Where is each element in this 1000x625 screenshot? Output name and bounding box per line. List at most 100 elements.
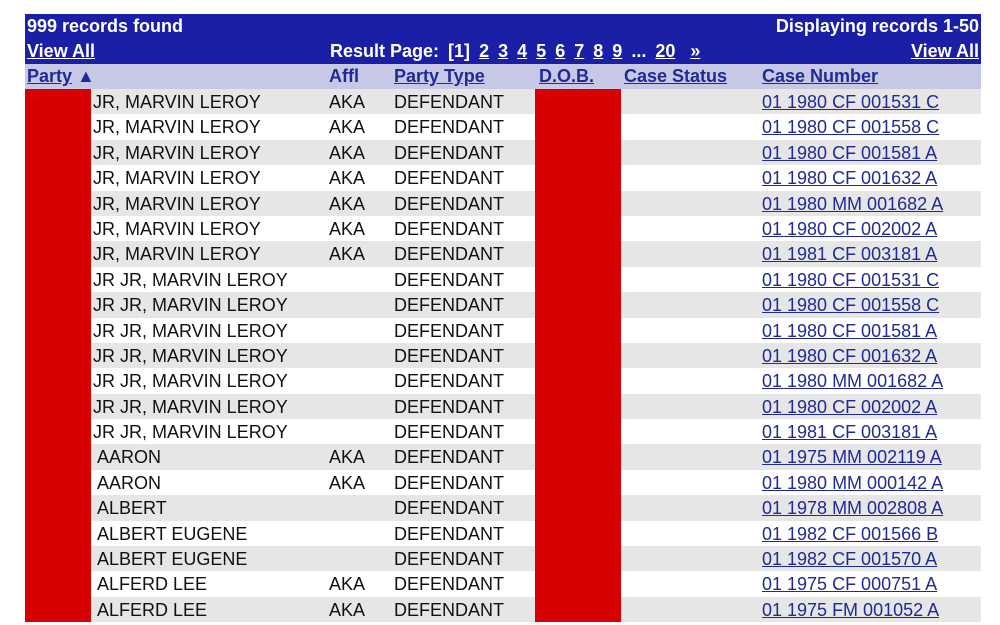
party-cell: JR JR, MARVIN LEROY [93,345,288,366]
page-ellipsis: ... [631,41,647,61]
party-cell: ALFERD LEE [97,574,208,595]
table-row: JR, MARVIN LEROY AKA DEFENDANT 01 1980 MM 0… [25,190,981,216]
column-header-dob[interactable]: D.O.B. [539,66,594,87]
affl-cell: AKA [329,574,366,595]
case-number-link[interactable]: 01 1975 CF 000751 A [762,574,937,595]
case-number-link[interactable]: 01 1981 CF 003181 A [762,422,937,443]
party-type-cell: DEFENDANT [394,599,505,620]
sort-ascending-icon: ▲ [77,66,95,86]
party-type-cell: DEFENDANT [394,269,505,290]
case-number-link[interactable]: 01 1980 CF 002002 A [762,219,937,240]
party-cell: JR, MARVIN LEROY [93,244,261,265]
case-number-link[interactable]: 01 1980 CF 001558 C [762,117,939,138]
party-type-cell: DEFENDANT [394,320,505,341]
party-type-cell: DEFENDANT [394,447,505,468]
table-row: JR, MARVIN LEROY AKA DEFENDANT 01 1980 CF 0… [25,216,981,241]
party-type-cell: DEFENDANT [394,92,505,112]
party-type-cell: DEFENDANT [394,472,505,493]
records-found: 999 records found [27,16,184,36]
affl-cell: AKA [329,244,366,265]
results-table: 999 records found Displaying records 1-5… [25,14,981,623]
table-row: ALFERD LEE AKA DEFENDANT 01 1975 CF 000751 … [25,571,981,596]
case-number-link[interactable]: 01 1980 CF 001581 A [762,143,937,164]
party-cell: JR JR, MARVIN LEROY [93,320,288,341]
party-type-cell: DEFENDANT [394,371,505,392]
table-row: JR JR, MARVIN LEROY DEFENDANT 01 1980 CF 0… [25,292,981,318]
view-all-link-right[interactable]: View All [911,41,979,62]
table-row: JR JR, MARVIN LEROY DEFENDANT 01 1980 CF 0… [25,267,981,292]
table-row: ALFERD LEE AKA DEFENDANT 01 1975 FM 001052 … [25,596,981,623]
party-cell: JR, MARVIN LEROY [93,193,261,214]
table-row: JR JR, MARVIN LEROY DEFENDANT 01 1980 MM 0… [25,368,981,393]
party-type-cell: DEFENDANT [394,498,505,519]
page-link[interactable]: 7 [574,41,584,61]
table-row: AARON AKA DEFENDANT 01 1980 MM 000142 A [25,470,981,495]
case-number-link[interactable]: 01 1980 CF 001531 C [762,92,939,113]
column-header-party[interactable]: Party ▲ [27,66,95,87]
case-number-link[interactable]: 01 1980 CF 001632 A [762,346,937,367]
page-link[interactable]: 2 [479,41,489,61]
view-all-link-left[interactable]: View All [27,41,95,62]
case-number-link[interactable]: 01 1980 CF 001531 C [762,270,939,291]
case-number-link[interactable]: 01 1980 CF 001581 A [762,321,937,342]
case-number-link[interactable]: 01 1981 CF 003181 A [762,244,937,265]
affl-cell: AKA [329,117,366,138]
party-cell: AARON [97,472,162,493]
table-row: JR, MARVIN LEROY AKA DEFENDANT 01 1980 CF 0… [25,114,981,139]
redacted-dob-block [535,89,621,623]
table-body: JR, MARVIN LEROY AKA DEFENDANT 01 1980 CF 0… [25,89,981,623]
case-number-link[interactable]: 01 1980 CF 001632 A [762,168,937,189]
table-row: JR JR, MARVIN LEROY DEFENDANT 01 1980 CF 0… [25,318,981,343]
column-header-party-type[interactable]: Party Type [394,66,485,87]
table-row: ALBERT EUGENE DEFENDANT 01 1982 CF 001570 … [25,546,981,572]
affl-cell: AKA [329,193,366,214]
case-number-link[interactable]: 01 1975 MM 002119 A [762,447,942,468]
case-number-link[interactable]: 01 1975 FM 001052 A [762,600,939,621]
case-number-link[interactable]: 01 1978 MM 002808 A [762,498,943,519]
party-cell: JR JR, MARVIN LEROY [93,269,288,290]
party-cell: AARON [97,447,162,468]
affl-cell: AKA [329,218,366,239]
party-cell: ALBERT EUGENE [97,523,248,544]
party-cell: JR, MARVIN LEROY [93,168,261,189]
column-header-case-status[interactable]: Case Status [624,66,727,87]
party-type-cell: DEFENDANT [394,117,505,138]
case-number-link[interactable]: 01 1980 CF 001558 C [762,295,939,316]
page-link[interactable]: 20 [655,41,675,61]
party-type-cell: DEFENDANT [394,549,505,570]
table-row: JR, MARVIN LEROY AKA DEFENDANT 01 1980 CF 0… [25,139,981,166]
page-link[interactable]: 6 [555,41,565,61]
table-row: JR JR, MARVIN LEROY DEFENDANT 01 1981 CF 0… [25,419,981,444]
party-type-cell: DEFENDANT [394,142,505,163]
party-type-cell: DEFENDANT [394,523,505,544]
column-header-case-number[interactable]: Case Number [762,66,878,87]
case-number-link[interactable]: 01 1982 CF 001566 B [762,524,938,545]
page-link[interactable]: 8 [593,41,603,61]
party-type-cell: DEFENDANT [394,218,505,239]
case-number-link[interactable]: 01 1980 CF 002002 A [762,397,937,418]
page-link[interactable]: 4 [517,41,527,61]
party-type-cell: DEFENDANT [394,244,505,265]
page-link[interactable]: 3 [498,41,508,61]
next-page-link[interactable]: » [690,41,700,61]
party-cell: JR, MARVIN LEROY [93,92,261,112]
table-row: JR, MARVIN LEROY AKA DEFENDANT 01 1980 CF 0… [25,89,981,115]
case-number-link[interactable]: 01 1982 CF 001570 A [762,549,937,570]
affl-cell: AKA [329,472,366,493]
table-row: JR, MARVIN LEROY AKA DEFENDANT 01 1981 CF 0… [25,241,981,267]
page-link[interactable]: 5 [536,41,546,61]
page-link[interactable]: 9 [612,41,622,61]
case-number-link[interactable]: 01 1980 MM 000142 A [762,473,943,494]
party-type-cell: DEFENDANT [394,574,505,595]
case-number-link[interactable]: 01 1980 MM 001682 A [762,194,943,215]
party-cell: JR JR, MARVIN LEROY [93,422,288,443]
table-row: JR JR, MARVIN LEROY DEFENDANT 01 1980 CF 0… [25,393,981,420]
column-header-row: Party ▲ Affl Party Type D.O.B. Case Stat… [25,64,981,89]
party-type-cell: DEFENDANT [394,396,505,417]
party-type-cell: DEFENDANT [394,193,505,214]
results-header-bar: 999 records found Displaying records 1-5… [25,14,981,64]
party-cell: JR, MARVIN LEROY [93,117,261,138]
party-type-cell: DEFENDANT [394,295,505,316]
party-cell: JR JR, MARVIN LEROY [93,371,288,392]
case-number-link[interactable]: 01 1980 MM 001682 A [762,371,943,392]
